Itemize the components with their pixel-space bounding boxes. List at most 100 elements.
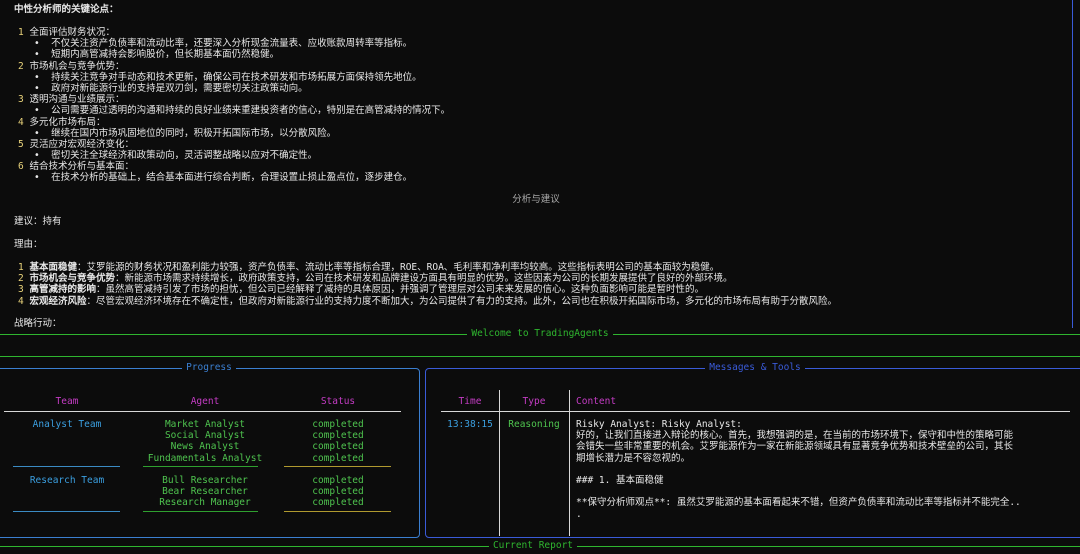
reason-label: 市场机会与竞争优势 xyxy=(29,273,115,285)
group-separator xyxy=(284,466,391,467)
agent-status: completed xyxy=(312,452,364,464)
agent-name: Bear Researcher xyxy=(162,486,248,498)
progress-header-line xyxy=(4,411,401,412)
key-point-heading-line: 4 多元化市场布局： xyxy=(14,117,450,128)
key-point-bullet-line: • 短期内高管减持会影响股价，但长期基本面仍然稳健。 xyxy=(14,49,450,60)
agent-header: Agent xyxy=(190,396,220,407)
key-points-list: 1 全面评估财务状况： • 不仅关注资产负债率和流动比率，还要深入分析现金流量表、… xyxy=(14,27,450,184)
reason-line: 2 市场机会与竞争优势：新能源市场需求持续增长，政府政策支持，公司在技术研发和品… xyxy=(14,273,837,284)
message-content-line: . xyxy=(576,508,582,520)
reasons-list: 1 基本面稳健：艾罗能源的财务状况和盈利能力较强，资产负债率、流动比率等指标合理… xyxy=(14,262,837,307)
reason-number: 4 xyxy=(18,295,24,307)
messages-header-line xyxy=(441,411,1070,412)
welcome-label: Welcome to TradingAgents xyxy=(467,328,613,339)
bullet-dot-icon: • xyxy=(34,49,52,61)
team-name: Research Team xyxy=(29,475,105,486)
welcome-rule-label-wrap: Welcome to TradingAgents xyxy=(0,328,1080,339)
bullet-dot-icon: • xyxy=(34,71,52,83)
message-content-line: 会错失一些非常重要的机会。艾罗能源作为一家在新能源领域具有显著竞争优势和技术壁垒… xyxy=(576,441,1014,453)
key-point-heading-line: 1 全面评估财务状况： xyxy=(14,27,450,38)
progress-title-wrap: Progress xyxy=(0,362,422,373)
key-point-bullet-line: • 密切关注全球经济和政策动向，灵活调整战略以应对不确定性。 xyxy=(14,150,450,161)
reason-label: 基本面稳健 xyxy=(29,262,77,273)
bullet-dot-icon: • xyxy=(34,172,52,184)
reason-line: 4 宏观经济风险：尽管宏观经济环境存在不确定性，但政府对新能源行业的支持力度不断… xyxy=(14,296,837,307)
key-point-bullet: 在技术分析的基础上，结合基本面进行综合判断，合理设置止损止盈点位，逐步建仓。 xyxy=(51,172,413,184)
key-point-heading: 灵活应对宏观经济变化： xyxy=(29,138,134,150)
section-heading: 分析与建议 xyxy=(512,194,560,205)
key-point-bullet-line: • 公司需要通过透明的沟通和持续的良好业绩来重建投资者的信心，特别是在高管减持的… xyxy=(14,105,450,116)
key-point-bullet-line: • 在技术分析的基础上，结合基本面进行综合判断，合理设置止损止盈点位，逐步建仓。 xyxy=(14,172,450,183)
message-content-line: 好的，让我们直接进入辩论的核心。首先，我想强调的是，在当前的市场环境下，保守和中… xyxy=(576,430,1014,442)
key-point-heading: 多元化市场布局： xyxy=(29,116,106,128)
key-point-heading-line: 5 灵活应对宏观经济变化： xyxy=(14,139,450,150)
key-point-number: 6 xyxy=(18,161,24,173)
key-point-number: 5 xyxy=(18,138,24,150)
key-point-heading-line: 2 市场机会与竞争优势： xyxy=(14,61,450,72)
advice-text: 建议：持有 xyxy=(14,216,62,227)
key-point-bullet: 不仅关注资产负债率和流动比率，还要深入分析现金流量表、应收账款周转率等指标。 xyxy=(51,38,413,50)
reason-heading: 理由： xyxy=(14,239,43,250)
key-point-bullet: 继续在国内市场巩固地位的同时，积极开拓国际市场，以分散风险。 xyxy=(51,127,337,139)
key-point-number: 2 xyxy=(18,60,24,72)
agent-status: completed xyxy=(312,419,364,430)
agent-name: News Analyst xyxy=(170,441,240,453)
message-content-line: **保守分析师观点**: 虽然艾罗能源的基本面看起来不错，但资产负债率和流动比率… xyxy=(576,497,1021,509)
key-point-heading: 市场机会与竞争优势： xyxy=(29,60,125,72)
type-header: Type xyxy=(522,396,546,407)
report-title: 中性分析师的关键论点： xyxy=(14,4,119,15)
bullet-dot-icon: • xyxy=(34,150,52,162)
group-separator xyxy=(143,466,258,467)
message-content[interactable]: Risky Analyst: Risky Analyst: 好的，让我们直接进入辩… xyxy=(576,419,1070,520)
key-point-bullet: 密切关注全球经济和政策动向，灵活调整战略以应对不确定性。 xyxy=(51,150,318,162)
current-report-label: Current Report xyxy=(488,540,578,551)
message-content-line: 期增长潜力是不容忽视的。 xyxy=(576,452,691,464)
agent-name: Social Analyst xyxy=(164,430,246,442)
reason-text: ：尽管宏观经济环境存在不确定性，但政府对新能源行业的支持力度不断加大，为公司提供… xyxy=(86,295,837,307)
key-point-heading: 透明沟通与业绩展示： xyxy=(29,94,125,106)
content-header: Content xyxy=(576,396,617,407)
key-point-number: 3 xyxy=(18,94,24,106)
key-point-number: 1 xyxy=(18,27,24,38)
key-point-bullet-line: • 持续关注竞争对手动态和技术更新，确保公司在技术研发和市场拓展方面保持领先地位… xyxy=(14,72,450,83)
reason-number: 1 xyxy=(18,262,24,273)
group-separator xyxy=(13,466,120,467)
key-point-heading-line: 6 结合技术分析与基本面： xyxy=(14,161,450,172)
agent-name: Fundamentals Analyst xyxy=(147,452,263,464)
reason-text: ：虽然高管减持引发了市场的担忧，但公司已经解释了减持的具体原因，并强调了管理层对… xyxy=(95,284,704,296)
report-panel[interactable]: 中性分析师的关键论点： 1 全面评估财务状况： • 不仅关注资产负债率和流动比率，… xyxy=(0,0,1073,329)
key-point-heading: 全面评估财务状况： xyxy=(29,27,115,38)
group-separator xyxy=(13,511,120,512)
reason-text: ：艾罗能源的财务状况和盈利能力较强，资产负债率、流动比率等指标合理，ROE、RO… xyxy=(76,262,720,273)
key-point-bullet-line: • 不仅关注资产负债率和流动比率，还要深入分析现金流量表、应收账款周转率等指标。 xyxy=(14,38,450,49)
key-point-number: 4 xyxy=(18,116,24,128)
group-separator xyxy=(143,511,258,512)
key-point-bullet-line: • 政府对新能源行业的支持是双刃剑，需要密切关注政策动向。 xyxy=(14,83,450,94)
reason-number: 3 xyxy=(18,284,24,296)
agent-name: Market Analyst xyxy=(164,419,246,430)
key-point-bullet: 政府对新能源行业的支持是双刃剑，需要密切关注政策动向。 xyxy=(51,82,308,94)
message-content-line xyxy=(576,464,1070,475)
progress-title: Progress xyxy=(182,362,236,373)
key-point-bullet: 短期内高管减持会影响股价，但长期基本面仍然稳健。 xyxy=(51,49,280,61)
key-point-heading: 结合技术分析与基本面： xyxy=(29,161,134,173)
reason-line: 1 基本面稳健：艾罗能源的财务状况和盈利能力较强，资产负债率、流动比率等指标合理… xyxy=(14,262,837,273)
messages-title: Messages & Tools xyxy=(705,362,805,373)
message-content-line: ### 1. 基本面稳健 xyxy=(576,475,664,486)
agent-status: completed xyxy=(312,497,364,509)
agent-status: completed xyxy=(312,475,364,486)
reason-text: ：新能源市场需求持续增长，政府政策支持，公司在技术研发和品牌建设方面具有明显的优… xyxy=(114,273,733,285)
agent-status: completed xyxy=(312,486,364,498)
reason-line: 3 高管减持的影响：虽然高管减持引发了市场的担忧，但公司已经解释了减持的具体原因… xyxy=(14,284,837,295)
team-name: Analyst Team xyxy=(32,419,102,430)
bullet-dot-icon: • xyxy=(34,82,52,94)
agent-name: Bull Researcher xyxy=(162,475,248,486)
bullet-dot-icon: • xyxy=(34,38,52,50)
time-header: Time xyxy=(458,396,482,407)
team-header: Team xyxy=(55,396,79,407)
messages-title-wrap: Messages & Tools xyxy=(425,362,1080,373)
group-separator xyxy=(284,511,391,512)
key-point-bullet: 公司需要通过透明的沟通和持续的良好业绩来重建投资者的信心，特别是在高管减持的情况… xyxy=(51,105,451,117)
key-point-heading-line: 3 透明沟通与业绩展示： xyxy=(14,94,450,105)
reason-number: 2 xyxy=(18,273,24,285)
